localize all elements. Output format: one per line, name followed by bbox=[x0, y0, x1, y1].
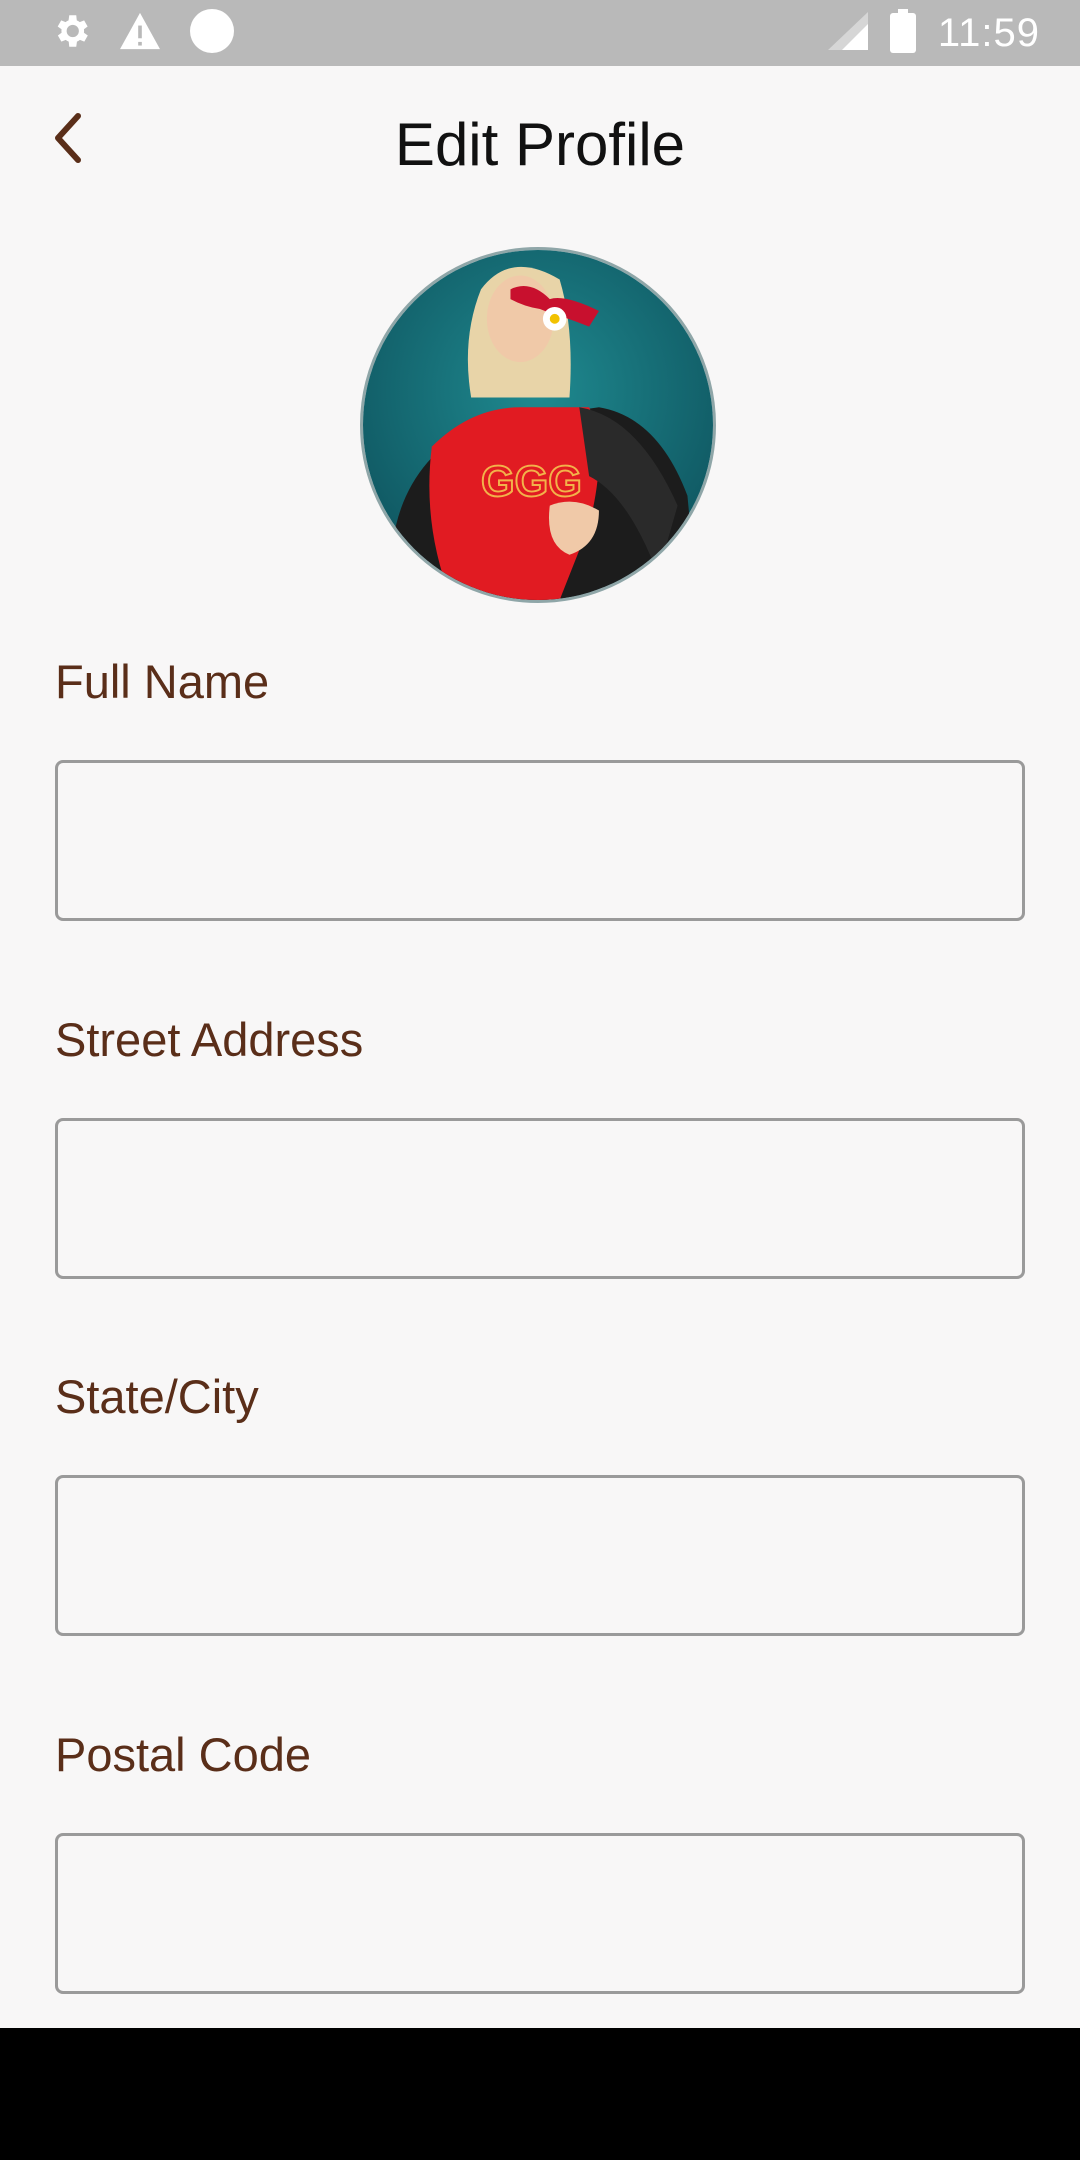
page-title: Edit Profile bbox=[394, 111, 686, 178]
avatar[interactable]: GGG bbox=[360, 247, 716, 603]
battery-icon bbox=[889, 8, 916, 58]
postal-code-label: Postal Code bbox=[55, 1728, 312, 1781]
settings-icon bbox=[50, 10, 92, 57]
street-address-field[interactable] bbox=[55, 1118, 1025, 1279]
app-bar: Edit Profile bbox=[0, 66, 1080, 226]
state-city-label: State/City bbox=[55, 1370, 259, 1423]
state-city-field[interactable] bbox=[55, 1475, 1025, 1636]
status-bar: 11:59 bbox=[0, 0, 1080, 66]
postal-code-field[interactable] bbox=[55, 1833, 1025, 1994]
profile-photo: GGG bbox=[363, 250, 713, 600]
status-left-icons bbox=[50, 8, 236, 57]
warning-icon bbox=[118, 11, 162, 56]
signal-icon bbox=[827, 11, 868, 55]
svg-text:GGG: GGG bbox=[481, 458, 582, 506]
full-name-label: Full Name bbox=[55, 655, 270, 708]
navigation-bar bbox=[0, 2028, 1080, 2160]
circle-icon bbox=[188, 7, 236, 60]
street-address-label: Street Address bbox=[55, 1013, 364, 1066]
status-time: 11:59 bbox=[937, 10, 1040, 55]
status-right: 11:59 bbox=[827, 8, 1040, 58]
full-name-field[interactable] bbox=[55, 760, 1025, 921]
